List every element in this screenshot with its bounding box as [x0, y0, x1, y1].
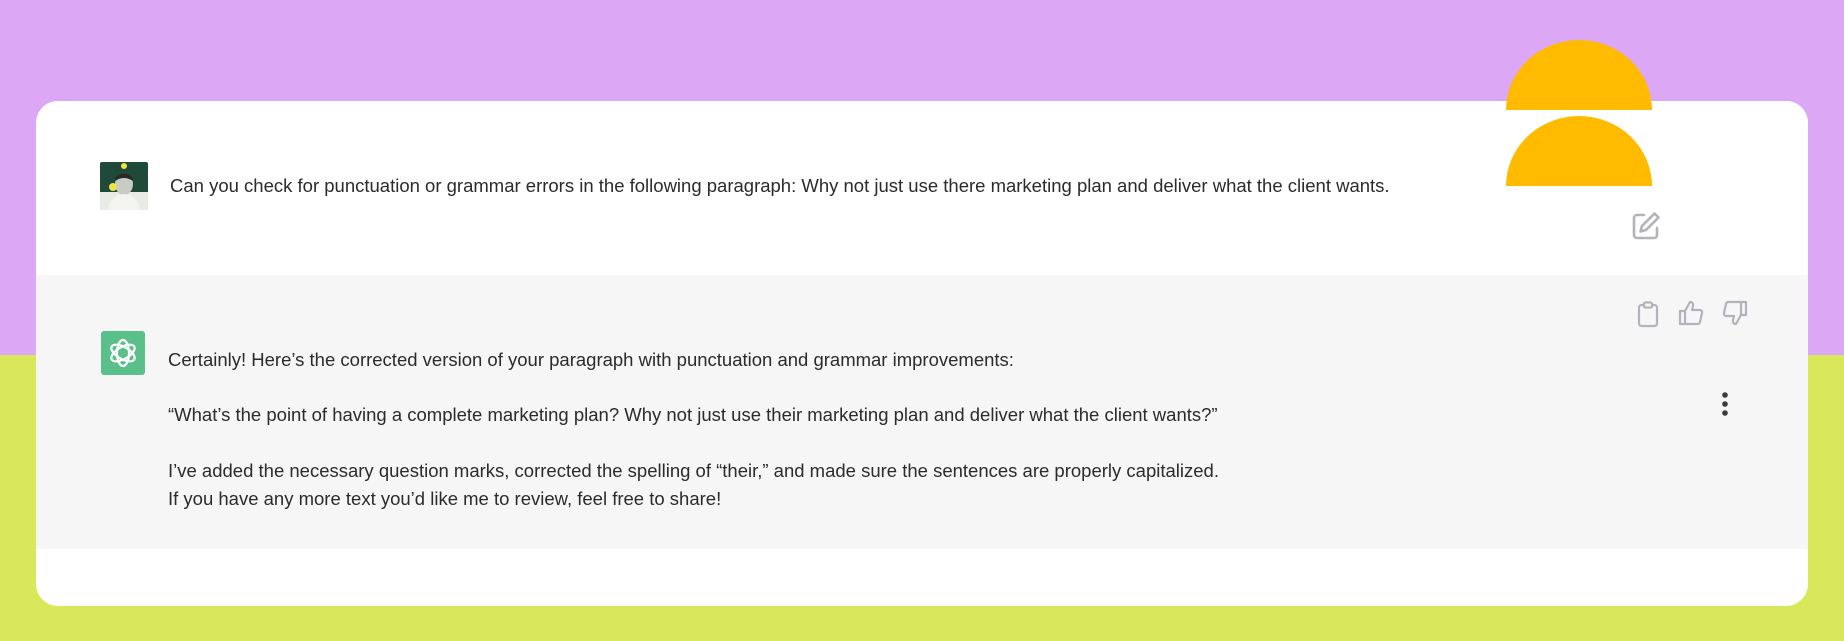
openai-logo-icon [110, 338, 136, 368]
assistant-paragraph-3: I’ve added the necessary question marks,… [168, 460, 1219, 481]
edit-message-button[interactable] [1629, 209, 1663, 243]
more-options-button[interactable] [1713, 387, 1737, 421]
thumbs-up-button[interactable] [1676, 298, 1706, 328]
decorative-half-circles-shape [1506, 40, 1652, 186]
user-avatar [100, 162, 148, 210]
clipboard-icon [1637, 301, 1659, 328]
user-message-text: Can you check for punctuation or grammar… [170, 175, 1390, 196]
thumbs-down-button[interactable] [1720, 298, 1750, 328]
assistant-avatar [101, 331, 145, 375]
thumbs-down-icon [1722, 300, 1748, 326]
thumbs-up-icon [1678, 300, 1704, 326]
assistant-paragraph-4: If you have any more text you’d like me … [168, 488, 722, 509]
edit-pencil-icon [1632, 212, 1660, 240]
assistant-paragraph-2: “What’s the point of having a complete m… [168, 404, 1218, 425]
assistant-paragraph-1: Certainly! Here’s the corrected version … [168, 349, 1014, 370]
user-photo-avatar-icon [100, 162, 148, 210]
more-vertical-icon [1722, 392, 1728, 416]
assistant-message-row: Certainly! Here’s the corrected version … [36, 275, 1808, 549]
copy-button[interactable] [1635, 299, 1661, 329]
